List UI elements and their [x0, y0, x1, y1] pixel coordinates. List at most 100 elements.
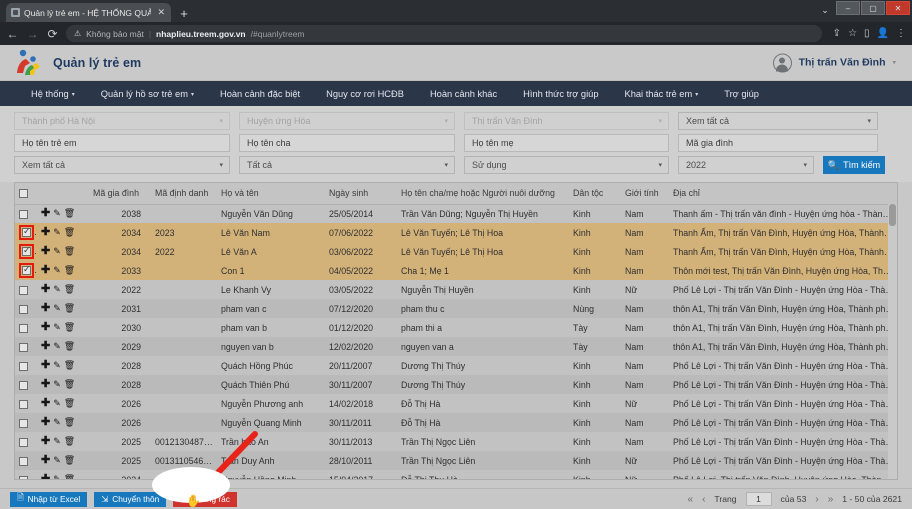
add-icon[interactable]: ✚: [41, 474, 50, 480]
minimize-button[interactable]: –: [836, 1, 860, 15]
th-gioi-tinh[interactable]: Giới tính: [621, 183, 669, 205]
edit-icon[interactable]: ✎: [53, 398, 61, 409]
select-ward[interactable]: Thị trấn Văn Đình ▾: [464, 112, 669, 130]
add-icon[interactable]: ✚: [41, 227, 50, 238]
edit-icon[interactable]: ✎: [53, 246, 61, 257]
new-tab-button[interactable]: +: [175, 4, 193, 22]
table-row[interactable]: ✚ ✎ 🗑 2028 Quách Thiên Phú 30/11/2007 Dương Th…: [15, 375, 897, 394]
delete-icon[interactable]: 🗑: [64, 322, 75, 333]
th-cha-me[interactable]: Họ tên cha/mẹ hoặc Người nuôi dưỡng: [397, 183, 569, 205]
trash-button[interactable]: ▬ Thùng rác: [173, 491, 237, 507]
th-ma-gia-dinh[interactable]: Mã gia đình: [89, 183, 151, 205]
row-checkbox[interactable]: [19, 399, 28, 409]
input-mother-name[interactable]: Họ tên mẹ: [464, 134, 669, 152]
table-row[interactable]: ✚ ✎ 🗑 2031 pham van c 07/12/2020 pham thu c Nùn…: [15, 299, 897, 318]
table-row[interactable]: ✚ ✎ 🗑 2028 Quách Hồng Phúc 20/11/2007 Dương Th…: [15, 356, 897, 375]
nav-item-tro-giup[interactable]: Trợ giúp: [711, 81, 772, 106]
table-row[interactable]: ✚ ✎ 🗑 2022 Le Khanh Vy 03/05/2022 Nguyễn Thị H…: [15, 280, 897, 299]
nav-item-he-thong[interactable]: Hệ thống ▾: [18, 81, 88, 106]
row-checkbox[interactable]: [19, 361, 28, 371]
table-row[interactable]: ✚✎🗑 2034 2022 Lê Văn A 03/06/2022 Lê Văn Tuyế…: [15, 242, 897, 261]
delete-icon[interactable]: 🗑: [64, 455, 75, 466]
row-checkbox[interactable]: [19, 342, 28, 352]
edit-icon[interactable]: ✎: [53, 322, 61, 333]
add-icon[interactable]: ✚: [41, 303, 50, 314]
nav-item-nguy-co-roi-hcdb[interactable]: Nguy cơ rơi HCĐB: [313, 81, 417, 106]
add-icon[interactable]: ✚: [41, 398, 50, 409]
input-child-name[interactable]: Họ tên trẻ em: [14, 134, 230, 152]
edit-icon[interactable]: ✎: [53, 341, 61, 352]
share-icon[interactable]: ⇪: [833, 28, 841, 39]
delete-icon[interactable]: 🗑: [64, 341, 75, 352]
add-icon[interactable]: ✚: [41, 208, 50, 219]
th-dia-chi[interactable]: Địa chỉ: [669, 183, 897, 205]
row-checkbox[interactable]: [22, 264, 31, 275]
table-row[interactable]: ✚ ✎ 🗑 2025 001311054637 Trần Duy Anh 28/10/201…: [15, 451, 897, 470]
table-row[interactable]: ✚ ✎ 🗑 2024 Nguyễn Hồng Minh... 15/04/2017 Đỗ T…: [15, 470, 897, 480]
forward-icon[interactable]: →: [26, 27, 39, 41]
side-panel-icon[interactable]: ▯: [864, 28, 870, 39]
profile-icon[interactable]: 👤: [877, 28, 889, 39]
search-button[interactable]: 🔍 Tìm kiếm: [823, 156, 885, 174]
nav-item-khai-thac-tre-em[interactable]: Khai thác trẻ em ▾: [612, 81, 712, 106]
delete-icon[interactable]: 🗑: [64, 227, 75, 238]
row-checkbox[interactable]: [22, 226, 31, 237]
page-number-input[interactable]: 1: [745, 492, 772, 506]
th-dan-toc[interactable]: Dân tộc: [569, 183, 621, 205]
window-close-button[interactable]: ✕: [886, 1, 910, 15]
edit-icon[interactable]: ✎: [53, 284, 61, 295]
prev-page-button[interactable]: ‹: [702, 494, 705, 505]
edit-icon[interactable]: ✎: [53, 455, 61, 466]
edit-icon[interactable]: ✎: [53, 227, 61, 238]
delete-icon[interactable]: 🗑: [64, 265, 75, 276]
table-row[interactable]: ✚✎🗑 2034 2023 Lê Văn Nam 07/06/2022 Lê Văn Tu…: [15, 223, 897, 242]
delete-icon[interactable]: 🗑: [64, 398, 75, 409]
address-bar[interactable]: ⚠ Không bảo mật | nhaplieu.treem.gov.vn /…: [66, 25, 822, 42]
add-icon[interactable]: ✚: [41, 341, 50, 352]
edit-icon[interactable]: ✎: [53, 265, 61, 276]
th-ho-va-ten[interactable]: Họ và tên: [217, 183, 325, 205]
add-icon[interactable]: ✚: [41, 322, 50, 333]
edit-icon[interactable]: ✎: [53, 474, 61, 479]
nav-item-quan-ly-ho-so-tre-em[interactable]: Quản lý hồ sơ trẻ em ▾: [88, 81, 207, 106]
delete-icon[interactable]: 🗑: [64, 303, 75, 314]
row-checkbox[interactable]: [19, 475, 28, 479]
nav-item-hinh-thuc-tro-giup[interactable]: Hình thức trợ giúp: [510, 81, 611, 106]
row-checkbox[interactable]: [19, 323, 28, 333]
first-page-button[interactable]: «: [688, 494, 694, 505]
scrollbar-thumb[interactable]: [889, 204, 896, 226]
delete-icon[interactable]: 🗑: [64, 474, 75, 479]
add-icon[interactable]: ✚: [41, 455, 50, 466]
row-checkbox[interactable]: [19, 285, 28, 295]
edit-icon[interactable]: ✎: [53, 436, 61, 447]
table-row[interactable]: ✚✎🗑 2033 Con 1 04/05/2022 Cha 1; Mẹ 1 Kinh Nam…: [15, 261, 897, 280]
nav-item-hoan-canh-khac[interactable]: Hoàn cảnh khác: [417, 81, 510, 106]
reload-icon[interactable]: ⟳: [46, 27, 59, 41]
row-checkbox[interactable]: [19, 437, 28, 447]
edit-icon[interactable]: ✎: [53, 303, 61, 314]
add-icon[interactable]: ✚: [41, 284, 50, 295]
edit-icon[interactable]: ✎: [53, 208, 61, 219]
user-menu[interactable]: Thị trấn Văn Đình ▾: [772, 53, 896, 72]
row-checkbox[interactable]: [19, 209, 28, 219]
table-row[interactable]: ✚ ✎ 🗑 2026 Nguyễn Quang Minh 30/11/2011 Đỗ Thị…: [15, 413, 897, 432]
row-checkbox[interactable]: [22, 245, 31, 256]
select-city[interactable]: Thành phố Hà Nội ▾: [14, 112, 230, 130]
table-row[interactable]: ✚ ✎ 🗑 2030 pham van b 01/12/2020 pham thi a Tày…: [15, 318, 897, 337]
transfer-hamlet-button[interactable]: ⇲ Chuyển thôn: [94, 491, 167, 507]
chevron-down-icon[interactable]: ⌄: [818, 2, 832, 18]
delete-icon[interactable]: 🗑: [64, 417, 75, 428]
th-ma-dinh-danh[interactable]: Mã định danh: [151, 183, 217, 205]
add-icon[interactable]: ✚: [41, 265, 50, 276]
table-row[interactable]: ✚ ✎ 🗑 2029 nguyen van b 12/02/2020 nguyen van …: [15, 337, 897, 356]
edit-icon[interactable]: ✎: [53, 379, 61, 390]
input-father-name[interactable]: Họ tên cha: [239, 134, 455, 152]
close-icon[interactable]: ✕: [157, 7, 165, 18]
row-checkbox[interactable]: [19, 304, 28, 314]
delete-icon[interactable]: 🗑: [64, 360, 75, 371]
delete-icon[interactable]: 🗑: [64, 436, 75, 447]
input-family-code[interactable]: Mã gia đình: [678, 134, 878, 152]
nav-item-hoan-canh-dac-biet[interactable]: Hoàn cảnh đặc biệt: [207, 81, 313, 106]
add-icon[interactable]: ✚: [41, 417, 50, 428]
add-icon[interactable]: ✚: [41, 379, 50, 390]
